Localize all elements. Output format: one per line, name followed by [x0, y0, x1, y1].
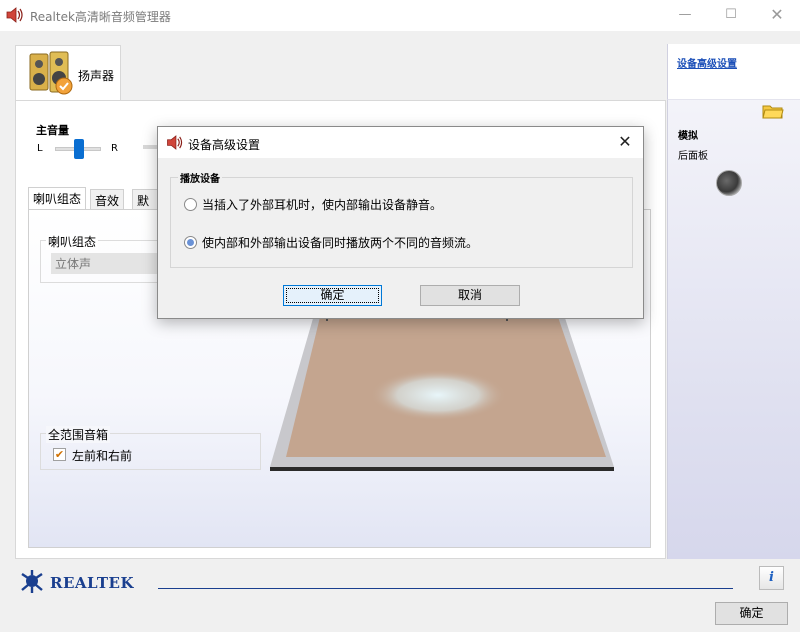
dialog-titlebar: 设备高级设置 ✕: [158, 127, 643, 158]
balance-slider-thumb[interactable]: [74, 139, 84, 159]
info-icon[interactable]: i: [759, 566, 784, 590]
svg-text:REALTEK: REALTEK: [50, 574, 134, 592]
dialog-ok-button[interactable]: 确定: [283, 285, 382, 306]
tab-effects[interactable]: 音效: [90, 189, 125, 210]
realtek-logo: REALTEK: [21, 570, 134, 593]
footer-divider: [158, 588, 733, 589]
close-button[interactable]: ✕: [754, 0, 800, 31]
dialog-close-button[interactable]: ✕: [610, 130, 640, 154]
advanced-settings-link[interactable]: 设备高级设置: [677, 55, 737, 70]
speaker-volume-icon: [167, 135, 183, 150]
right-panel-header: [667, 44, 800, 100]
dialog-title: 设备高级设置: [188, 138, 261, 152]
maximize-button[interactable]: ☐: [708, 0, 754, 31]
right-panel: [667, 44, 800, 559]
dual-stream-label[interactable]: 使内部和外部输出设备同时播放两个不同的音频流。: [202, 234, 478, 251]
ok-button[interactable]: 确定: [715, 602, 788, 625]
window-title: Realtek高清晰音频管理器: [30, 10, 171, 24]
speaker-volume-icon: [6, 7, 23, 23]
sound-field-glow: [370, 369, 506, 421]
full-range-group-title: 全范围音箱: [46, 426, 111, 443]
front-left-right-checkbox[interactable]: ✔: [53, 448, 66, 461]
advanced-settings-dialog: 设备高级设置 ✕ 播放设备 当插入了外部耳机时，使内部输出设备静音。 使内部和外…: [157, 126, 644, 319]
main-volume-label: 主音量: [36, 124, 69, 137]
dual-stream-radio[interactable]: [184, 236, 197, 249]
speaker-device-icon: [29, 51, 73, 95]
speaker-config-group-title: 喇叭组态: [46, 233, 99, 250]
balance-left-label: L: [37, 143, 43, 154]
balance-right-label: R: [111, 143, 118, 154]
tab-speaker-label: 扬声器: [78, 69, 115, 83]
rear-panel-label: 后面板: [678, 151, 708, 162]
room-baseline: [270, 467, 614, 471]
speaker-room-visual: [270, 315, 614, 471]
minimize-button[interactable]: —: [662, 0, 708, 31]
tab-speaker-config[interactable]: 喇叭组态: [28, 187, 87, 210]
folder-icon[interactable]: [762, 102, 784, 120]
audio-jack-icon[interactable]: [716, 170, 742, 196]
playback-device-group: [170, 177, 633, 268]
window-titlebar: Realtek高清晰音频管理器 — ☐ ✕: [0, 0, 800, 31]
mute-internal-label[interactable]: 当插入了外部耳机时，使内部输出设备静音。: [202, 196, 442, 213]
speaker-config-select[interactable]: 立体声: [51, 253, 161, 274]
playback-device-group-title: 播放设备: [178, 170, 222, 185]
tab-speaker[interactable]: 扬声器: [15, 45, 121, 101]
analog-label: 模拟: [678, 131, 698, 142]
front-left-right-label: 左前和右前: [72, 449, 133, 463]
mute-internal-radio[interactable]: [184, 198, 197, 211]
tab-default[interactable]: 默认: [132, 189, 160, 210]
dialog-cancel-button[interactable]: 取消: [420, 285, 520, 306]
